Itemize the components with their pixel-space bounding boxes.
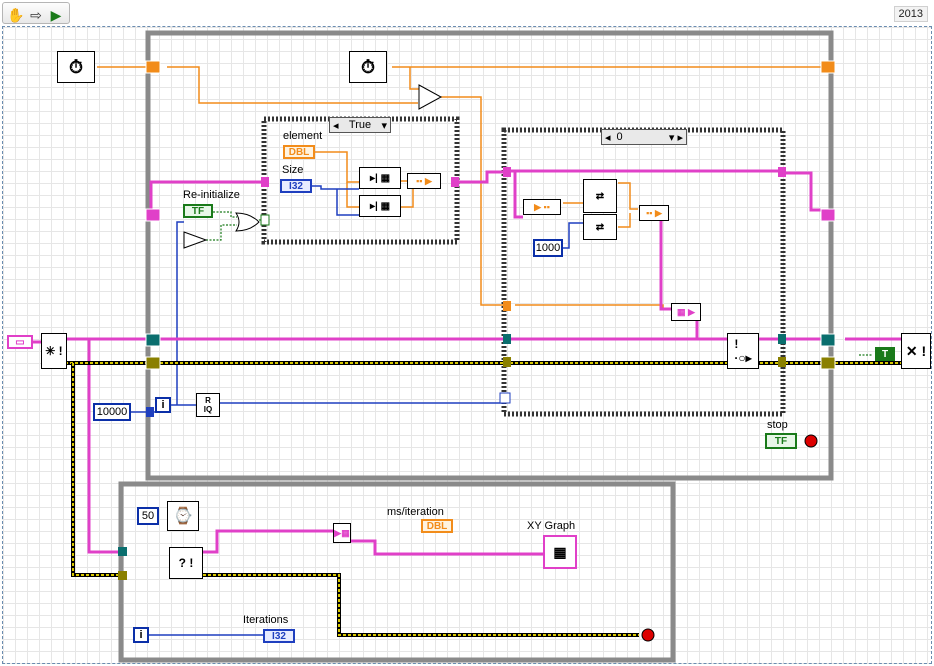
right-case-selector[interactable]: ◂ 0 ▾ ▸ [601,129,687,145]
bundle-node-right[interactable]: ▪▪ ▶ [639,205,669,221]
block-diagram[interactable]: ⏱ ⏱ ◂ True ▾ ◂ 0 ▾ ▸ element DBL Size I3… [2,26,932,664]
selector-dropdown-icon[interactable]: ▾ ▸ [669,131,683,144]
init-error-node[interactable]: ✳ ! [41,333,67,369]
iterations-label: Iterations [243,614,289,626]
replace-subset-node-1[interactable]: ⇄ [583,179,617,213]
green-wires [206,211,873,356]
reinit-label: Re-initialize [183,189,240,201]
upper-while-loop [145,30,834,481]
hand-icon[interactable]: ✋ [5,5,27,25]
version-badge: 2013 [893,6,928,22]
tick-count-icon-right[interactable]: ⏱ [349,51,387,83]
equal-zero-node [183,231,208,249]
bundle-time-node[interactable]: ▦ ▶ [671,303,701,321]
toolbar-button-group: ✋ ⇨ ▶ [2,2,70,24]
wires-layer [33,30,901,663]
release-node[interactable]: ✕ ! [901,333,931,369]
size-label: Size [282,164,304,176]
unbundle-node[interactable]: ▶ ▪▪ [523,199,561,215]
ms-iteration-label: ms/iteration [387,506,444,518]
xy-graph-indicator: ▦ [543,535,577,569]
size-control[interactable]: I32 [280,179,312,193]
ms-iteration-indicator: DBL [421,519,453,533]
unbundle-lower-node[interactable]: ▶▦ [333,523,351,543]
reinit-control[interactable]: TF [183,204,213,218]
subtract-node [418,84,443,110]
wait-constant[interactable]: 50 [137,507,159,525]
element-control[interactable]: DBL [283,145,315,159]
true-constant[interactable]: T [875,347,895,361]
orange-wires [97,66,823,526]
upper-case-selector[interactable]: ◂ True ▾ [329,117,391,133]
error-wires [65,361,901,637]
build-cluster-node[interactable]: ▪▪ ▶ [407,173,441,189]
iterations-indicator: I32 [263,629,295,643]
initialize-array-node-2[interactable]: ▸| ▦ [359,195,401,217]
right-case-structure [501,127,786,417]
dequeue-node[interactable]: ? ! [169,547,203,579]
lower-loop-iteration: i [133,627,149,643]
selector-dropdown-icon[interactable]: ▾ [381,119,387,132]
lightbulb-icon[interactable]: ▶ [45,5,67,25]
toolbar: ✋ ⇨ ▶ 2013 [0,0,934,24]
tick-count-icon-left[interactable]: ⏱ [57,51,95,83]
upper-stop-terminal [804,434,818,448]
replace-subset-node-2[interactable]: ⇄ [583,214,617,240]
lower-stop-terminal [641,628,655,642]
wait-ms-icon[interactable]: ⌚ [167,501,199,531]
xy-graph-label: XY Graph [527,520,576,532]
iterations-constant[interactable]: 10000 [93,403,131,421]
stop-label: stop [767,419,788,431]
or-node [235,212,260,232]
stop-control[interactable]: TF [765,433,797,449]
initialize-array-node-1[interactable]: ▸| ▦ [359,167,401,189]
upper-loop-iteration: i [155,397,171,413]
arrow-icon[interactable]: ⇨ [25,5,47,25]
element-label: element [283,130,323,142]
array-constant[interactable]: ▭ [7,335,33,349]
error-merge-node[interactable]: ! ·○▸ [727,333,759,369]
array-size-constant[interactable]: 1000 [533,239,563,257]
selector-left-arrow-icon[interactable]: ◂ [333,119,339,132]
quotient-remainder-node[interactable]: R IQ [196,393,220,417]
